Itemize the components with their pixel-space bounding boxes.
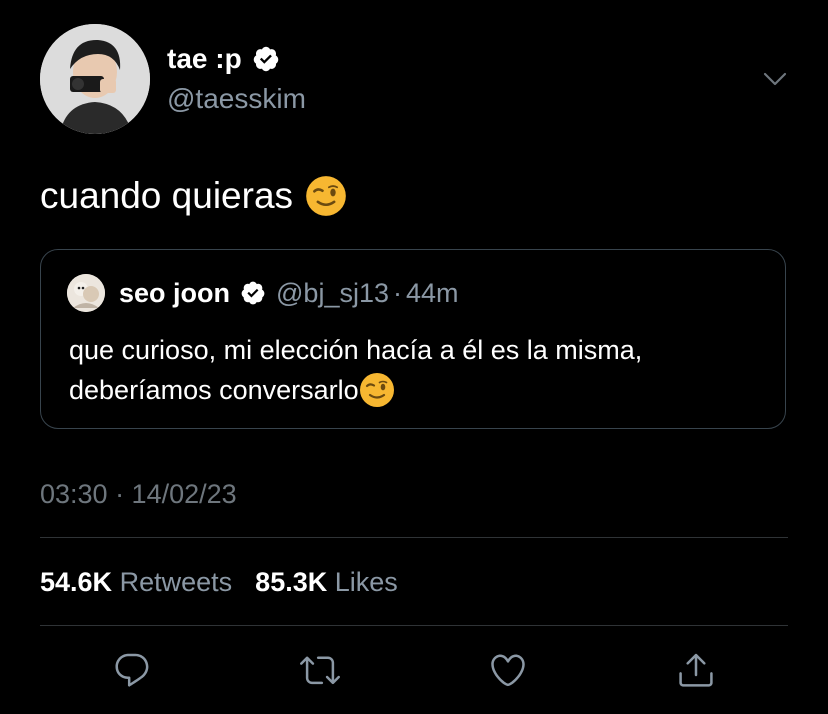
author-name-row: tae :p [167, 42, 280, 76]
tweet-text: cuando quieras [40, 174, 347, 218]
likes-label: Likes [334, 567, 398, 597]
quoted-text: que curioso, mi elección hacía a él es l… [69, 330, 769, 410]
retweet-icon [300, 656, 340, 685]
quoted-tweet-card[interactable]: seo joon @bj_sj13 · 44m que curioso, mi … [40, 249, 786, 429]
retweets-stat[interactable]: 54.6K Retweets [40, 567, 240, 597]
tweet-timestamp[interactable]: 03:30 · 14/02/23 [40, 477, 237, 511]
divider [40, 625, 788, 626]
share-button[interactable] [674, 648, 718, 692]
quoted-avatar-photo [67, 274, 105, 312]
divider [40, 537, 788, 538]
quoted-text-line-2-row: deberíamos conversarlo [69, 370, 769, 410]
quoted-text-line-1: que curioso, mi elección hacía a él es l… [69, 335, 643, 365]
share-icon [679, 653, 713, 687]
retweets-label: Retweets [119, 567, 233, 597]
quoted-text-line-2: deberíamos conversarlo [69, 375, 359, 405]
quoted-display-name: seo joon [119, 278, 231, 308]
tweet-text-content: cuando quieras [40, 175, 294, 216]
quoted-author-avatar[interactable] [67, 274, 105, 312]
quoted-time-ago: 44m [406, 278, 459, 308]
quoted-handle: @bj_sj13 [276, 278, 389, 308]
author-display-name[interactable]: tae :p [167, 42, 242, 76]
winking-face-emoji-icon [306, 176, 346, 216]
like-button[interactable] [486, 648, 530, 692]
quoted-header: seo joon @bj_sj13 · 44m [119, 276, 459, 310]
verified-badge-icon [253, 46, 278, 72]
heart-icon [491, 654, 525, 687]
quoted-separator: · [393, 278, 402, 308]
winking-face-emoji-icon [359, 373, 394, 407]
reply-icon [115, 653, 149, 687]
likes-count: 85.3K [255, 567, 328, 597]
engagement-stats: 54.6K Retweets 85.3K Likes [40, 565, 398, 599]
reply-button[interactable] [110, 648, 154, 692]
verified-badge-icon [241, 281, 265, 305]
author-handle[interactable]: @taesskim [167, 82, 306, 116]
avatar-photo [40, 24, 150, 134]
likes-stat[interactable]: 85.3K Likes [255, 567, 398, 597]
author-avatar[interactable] [40, 24, 150, 134]
chevron-down-icon[interactable] [760, 64, 790, 94]
retweets-count: 54.6K [40, 567, 113, 597]
retweet-button[interactable] [298, 648, 342, 692]
